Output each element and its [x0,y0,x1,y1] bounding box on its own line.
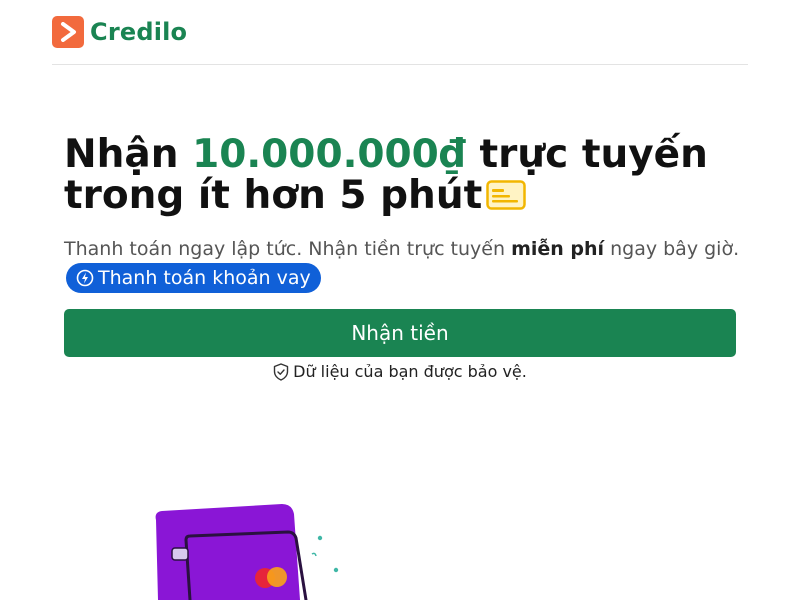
page-title: Nhận 10.000.000₫ trực tuyến trong ít hơn… [64,134,744,218]
hero-section: Nhận 10.000.000₫ trực tuyến trong ít hơn… [64,134,744,295]
subtitle-pre: Thanh toán ngay lập tức. Nhận tiền trực … [64,238,512,260]
shield-check-icon [273,362,289,381]
pay-loan-label: Thanh toán khoản vay [98,266,311,289]
site-header: Credilo [52,16,187,48]
header-divider [52,64,748,65]
get-money-button[interactable]: Nhận tiền [64,309,736,357]
hero-subtitle: Thanh toán ngay lập tức. Nhận tiền trực … [64,234,744,295]
brand-name[interactable]: Credilo [90,18,187,46]
title-pre: Nhận [64,132,193,177]
credit-card-icon [486,177,526,218]
security-note: Dữ liệu của bạn được bảo vệ. [0,362,800,381]
security-label: Dữ liệu của bạn được bảo vệ. [293,362,527,381]
get-money-label: Nhận tiền [351,321,449,345]
title-amount: 10.000.000₫ [192,132,466,177]
subtitle-post: ngay bây giờ. [604,238,740,260]
pay-loan-button[interactable]: Thanh toán khoản vay [66,262,321,293]
credit-card-illustration [140,496,350,600]
logo-icon[interactable] [52,16,84,48]
lightning-icon [76,269,94,287]
subtitle-free: miễn phí [511,238,605,260]
